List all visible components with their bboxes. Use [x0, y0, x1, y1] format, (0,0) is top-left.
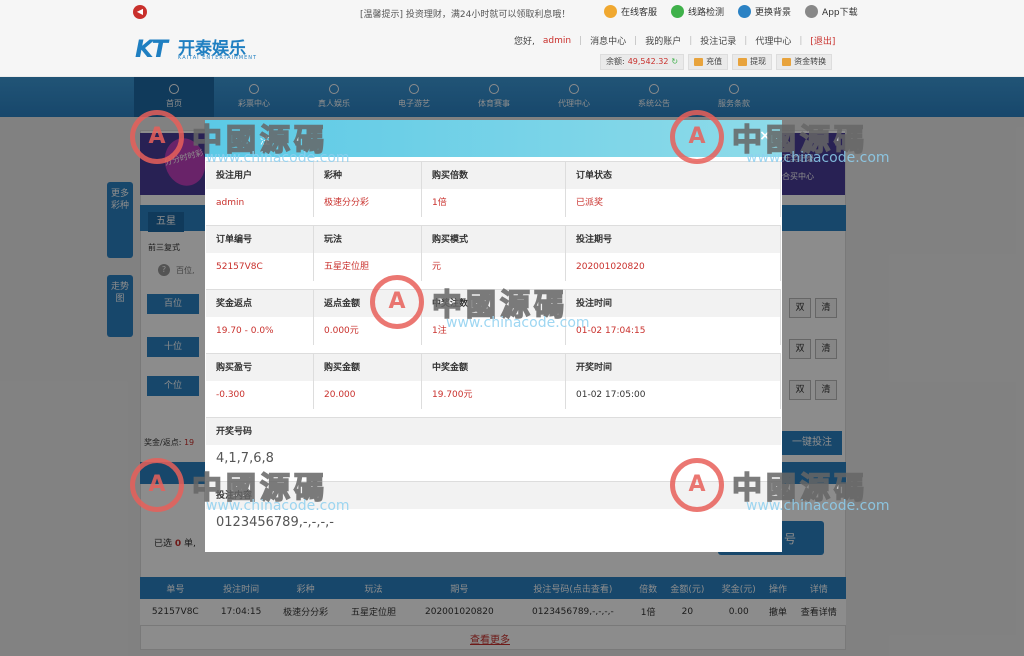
value-play: 五星定位胆 — [314, 253, 422, 281]
transfer-icon — [782, 58, 792, 66]
label-win-amount: 中奖金额 — [422, 353, 566, 381]
palette-icon — [738, 5, 752, 18]
label-bet-content: 投注内容 — [206, 481, 781, 509]
value-bet-user: admin — [206, 189, 314, 217]
bet-records-link[interactable]: 投注记录 — [700, 34, 736, 47]
label-bet-user: 投注用户 — [206, 161, 314, 189]
change-background-link[interactable]: 更换背景 — [738, 5, 791, 18]
divider: | — [744, 35, 748, 46]
label-rebate-amount: 返点金额 — [314, 289, 422, 317]
top-links: 在线客服 线路检测 更换背景 App下载 — [604, 5, 858, 18]
balance-value: 49,542.32 — [627, 57, 669, 66]
divider: | — [689, 35, 693, 46]
divider: | — [634, 35, 638, 46]
label-win-count: 中奖注数 — [422, 289, 566, 317]
label-issue: 投注期号 — [566, 225, 781, 253]
label-rebate: 奖金返点 — [206, 289, 314, 317]
value-mode: 元 — [422, 253, 566, 281]
greeting: 您好, — [514, 37, 535, 47]
label-play: 玩法 — [314, 225, 422, 253]
app-download-link[interactable]: App下载 — [805, 5, 858, 18]
phone-icon — [805, 5, 819, 18]
value-order-status: 已派奖 — [566, 189, 781, 217]
detail-section-2: 订单编号 玩法 购买模式 投注期号 52157V8C 五星定位胆 元 20200… — [206, 225, 781, 281]
refresh-icon[interactable]: ↻ — [671, 55, 678, 69]
logo-subtitle: KAITAI ENTERTAINMENT — [178, 55, 258, 61]
value-lottery: 极速分分彩 — [314, 189, 422, 217]
line-check-link[interactable]: 线路检测 — [671, 5, 724, 18]
value-bet-content: 0123456789,-,-,-,- — [206, 509, 781, 537]
value-profit: -0.300 — [206, 381, 314, 409]
label-mode: 购买模式 — [422, 225, 566, 253]
value-issue: 202001020820 — [566, 253, 781, 281]
chat-icon — [604, 5, 617, 18]
cash-icon — [738, 58, 748, 66]
close-icon[interactable]: × — [758, 128, 772, 144]
value-win-amount: 19.700元 — [422, 381, 566, 409]
detail-section-4: 购买盈亏 购买金额 中奖金额 开奖时间 -0.300 20.000 19.700… — [206, 353, 781, 409]
value-rebate-amount: 0.000元 — [314, 317, 422, 345]
value-bet-amount: 20.000 — [314, 381, 422, 409]
logout-link[interactable]: [退出] — [810, 34, 835, 47]
balance-bar: 余额: 49,542.32 ↻ 充值 提现 资金转换 — [600, 54, 833, 70]
transfer-button[interactable]: 资金转换 — [776, 54, 833, 70]
label-lottery: 彩种 — [314, 161, 422, 189]
speaker-icon[interactable]: ◀ — [133, 5, 147, 19]
detail-section-1: 投注用户 彩种 购买倍数 订单状态 admin 极速分分彩 1倍 已派奖 — [206, 161, 781, 217]
message-center-link[interactable]: 消息中心 — [590, 34, 626, 47]
recharge-button[interactable]: 充值 — [688, 54, 729, 70]
balance-box: 余额: 49,542.32 ↻ — [600, 54, 685, 70]
value-order-no: 52157V8C — [206, 253, 314, 281]
value-draw-numbers: 4,1,7,6,8 — [206, 445, 781, 473]
detail-section-3: 奖金返点 返点金额 中奖注数 投注时间 19.70 - 0.0% 0.000元 … — [206, 289, 781, 345]
label-draw-time: 开奖时间 — [566, 353, 781, 381]
notice-text: [温馨提示] 投资理财，满24小时就可以领取利息哦！ — [360, 10, 571, 20]
value-draw-time: 01-02 17:05:00 — [566, 381, 781, 409]
label-draw-numbers: 开奖号码 — [206, 417, 781, 445]
divider: | — [579, 35, 583, 46]
label-bet-time: 投注时间 — [566, 289, 781, 317]
username[interactable]: admin — [543, 36, 571, 46]
divider: | — [799, 35, 803, 46]
value-win-count: 1注 — [422, 317, 566, 345]
check-icon — [671, 5, 685, 18]
label-order-no: 订单编号 — [206, 225, 314, 253]
agent-center-link[interactable]: 代理中心 — [755, 34, 791, 47]
logo-mark[interactable]: KT — [135, 35, 168, 63]
wallet-icon — [694, 58, 704, 66]
withdraw-button[interactable]: 提现 — [732, 54, 773, 70]
value-rebate: 19.70 - 0.0% — [206, 317, 314, 345]
value-bet-time: 01-02 17:04:15 — [566, 317, 781, 345]
modal-title: 注 — [260, 136, 270, 147]
user-row: 您好, admin | 消息中心 | 我的账户 | 投注记录 | 代理中心 | … — [514, 34, 835, 48]
value-multiple: 1倍 — [422, 189, 566, 217]
modal-header — [205, 120, 782, 157]
label-order-status: 订单状态 — [566, 161, 781, 189]
label-multiple: 购买倍数 — [422, 161, 566, 189]
my-account-link[interactable]: 我的账户 — [645, 34, 681, 47]
online-service-link[interactable]: 在线客服 — [604, 5, 657, 18]
label-bet-amount: 购买金额 — [314, 353, 422, 381]
label-profit: 购买盈亏 — [206, 353, 314, 381]
